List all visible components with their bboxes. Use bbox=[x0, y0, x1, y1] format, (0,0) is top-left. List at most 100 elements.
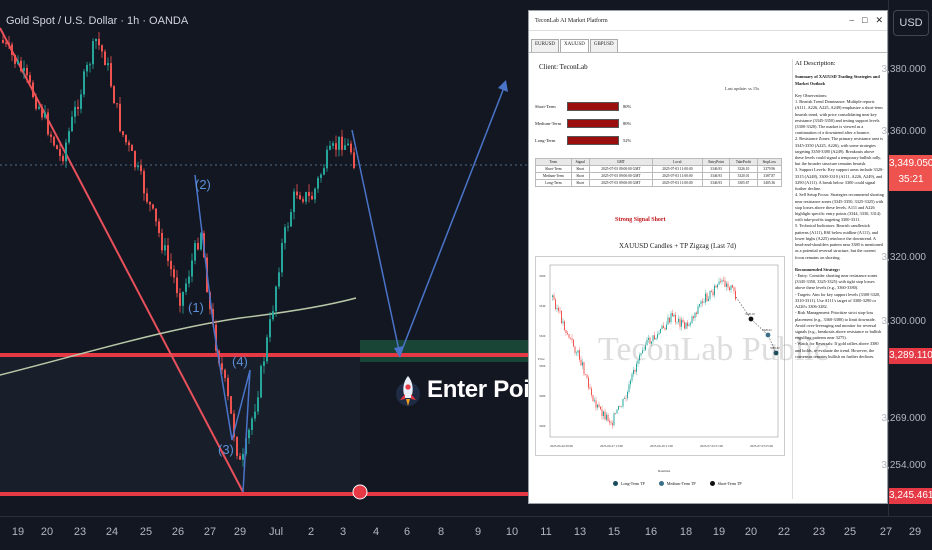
mini-candle-body bbox=[714, 285, 715, 296]
ai-platform-window[interactable]: TeconLab AI Market Platform – □ ✕ EURUSD… bbox=[528, 10, 888, 504]
mini-candle-body bbox=[613, 413, 615, 426]
table-cell: 3379.96 bbox=[756, 165, 783, 173]
window-title: TeconLab AI Market Platform bbox=[535, 17, 608, 24]
candle-body bbox=[14, 54, 16, 64]
mini-candle-body bbox=[619, 406, 621, 408]
time-axis-label: 27 bbox=[879, 526, 893, 538]
minimize-icon[interactable]: – bbox=[850, 15, 855, 26]
ai-description-panel[interactable]: AI Description: Summary of XAUUSD Tradin… bbox=[792, 59, 884, 499]
candle-body bbox=[5, 42, 7, 44]
time-axis-label: 13 bbox=[573, 526, 587, 538]
table-cell: 2025-07-03 09:00:00 GMT bbox=[588, 172, 654, 180]
column-header: TakeProfit bbox=[729, 158, 758, 166]
candle-body bbox=[227, 377, 229, 397]
legend-dot bbox=[613, 481, 618, 486]
column-header: StopLoss bbox=[756, 158, 783, 166]
support-price-tag: 3,289.110 bbox=[889, 348, 932, 364]
candle-body bbox=[32, 82, 34, 98]
mini-candle-chart[interactable]: 3360 3340 3320 3300 3280 3260 2025-06-26 09:00… bbox=[535, 256, 829, 473]
time-axis-label: 26 bbox=[171, 526, 185, 538]
mini-candle-body bbox=[621, 406, 622, 408]
maximize-icon[interactable]: □ bbox=[862, 15, 867, 26]
mini-y-axis-title: Price bbox=[538, 357, 545, 361]
observation-item: 5. Technical Indicators: Bearish candles… bbox=[795, 223, 883, 260]
mini-candle-body bbox=[676, 321, 678, 323]
mini-x-tick: 2025-06-26 09:00 bbox=[550, 444, 573, 448]
term-strength-bar bbox=[567, 135, 619, 145]
mini-x-tick: 2025-07-02 01:00 bbox=[700, 444, 723, 448]
mini-candle-body bbox=[670, 313, 672, 323]
bar-countdown: 35:21 bbox=[898, 174, 924, 185]
candle-body bbox=[281, 243, 283, 273]
mini-candle-body bbox=[667, 317, 669, 325]
mini-candle-body bbox=[576, 352, 577, 354]
mini-candle-body bbox=[606, 414, 607, 420]
candle-body bbox=[170, 260, 172, 270]
mini-candle-body bbox=[610, 422, 612, 424]
candle-body bbox=[230, 396, 232, 414]
mini-candle-body bbox=[577, 350, 579, 353]
candle-body bbox=[302, 199, 304, 202]
time-axis-label: 29 bbox=[233, 526, 247, 538]
time-axis-label: 3 bbox=[339, 526, 347, 538]
mini-candle-body bbox=[579, 350, 580, 360]
time-axis-label: 23 bbox=[73, 526, 87, 538]
candle-body bbox=[116, 103, 118, 105]
table-row[interactable]: Short-Term Short 2025-07-03 09:00:00 GMT… bbox=[535, 165, 783, 173]
candle-body bbox=[314, 188, 316, 200]
candle-body bbox=[263, 361, 265, 366]
price-tick: 3,380.000 bbox=[881, 64, 927, 75]
mini-candle-body bbox=[589, 387, 591, 389]
mini-candle-body bbox=[622, 398, 624, 407]
tab-eurusd[interactable]: EURUSD bbox=[531, 39, 560, 52]
mini-candle-body bbox=[711, 291, 712, 292]
column-header: Signal bbox=[570, 158, 590, 166]
price-axis[interactable]: USD 3,380.000 3,360.000 3,320.000 3,300.… bbox=[882, 0, 932, 516]
candle-body bbox=[272, 311, 274, 320]
time-axis[interactable]: 19 20 23 24 25 26 27 29 Jul 2 3 4 6 8 9 10 11 13 15 16 18 19 2… bbox=[0, 516, 932, 550]
symbol-title[interactable]: Gold Spot / U.S. Dollar · 1h · OANDA bbox=[6, 15, 188, 27]
candle-body bbox=[347, 143, 349, 146]
mini-candle-body bbox=[727, 283, 729, 288]
term-name: Short-Term bbox=[535, 103, 556, 109]
mini-y-tick: 3360 bbox=[539, 274, 546, 278]
candle-body bbox=[131, 145, 133, 151]
mini-candle-body bbox=[706, 293, 708, 302]
tab-xauusd[interactable]: XAUUSD bbox=[560, 39, 589, 52]
table-row[interactable]: Long-Term Short 2025-07-03 09:00:00 GMT … bbox=[535, 179, 783, 187]
candle-body bbox=[41, 106, 43, 118]
mini-candle-body bbox=[664, 327, 666, 330]
mini-candle-body bbox=[615, 413, 616, 414]
candle-body bbox=[197, 242, 199, 250]
wave-label-1: (1) bbox=[188, 300, 204, 315]
time-axis-label: 18 bbox=[679, 526, 693, 538]
time-axis-label: 22 bbox=[777, 526, 791, 538]
term-strength-bar bbox=[567, 101, 619, 111]
mini-candle-body bbox=[616, 409, 618, 414]
candle-body bbox=[17, 60, 19, 64]
table-cell: 3305.67 bbox=[729, 179, 758, 187]
candle-body bbox=[179, 293, 181, 306]
price-tick: 3,360.000 bbox=[881, 126, 927, 137]
currency-button[interactable]: USD bbox=[893, 10, 929, 36]
main-chart-area[interactable]: Gold Spot / U.S. Dollar · 1h · OANDA (2)… bbox=[0, 0, 888, 516]
candle-body bbox=[134, 150, 136, 168]
legend-dot bbox=[658, 481, 664, 486]
time-axis-label: 15 bbox=[607, 526, 621, 538]
mini-candle-body bbox=[675, 314, 676, 323]
window-titlebar[interactable]: TeconLab AI Market Platform – □ ✕ bbox=[529, 11, 887, 31]
table-row[interactable]: Medium-Term Short 2025-07-03 09:00:00 GM… bbox=[535, 172, 783, 180]
table-cell: Medium-Term bbox=[535, 172, 572, 180]
strategy-item: - Watch for Reversals: If gold rallies a… bbox=[795, 341, 879, 359]
tab-gbpusd[interactable]: GBPUSD bbox=[589, 39, 618, 52]
time-axis-label: 19 bbox=[11, 526, 25, 538]
table-cell: 3346.93 bbox=[701, 179, 731, 187]
mini-candle-body bbox=[585, 374, 586, 375]
time-axis-label: 23 bbox=[812, 526, 826, 538]
close-icon[interactable]: ✕ bbox=[875, 15, 883, 26]
candle-body bbox=[143, 171, 145, 194]
mini-candle-body bbox=[612, 423, 613, 426]
candle-body bbox=[149, 201, 151, 205]
candle-body bbox=[119, 103, 121, 132]
table-cell: 3320.01 bbox=[729, 172, 758, 180]
